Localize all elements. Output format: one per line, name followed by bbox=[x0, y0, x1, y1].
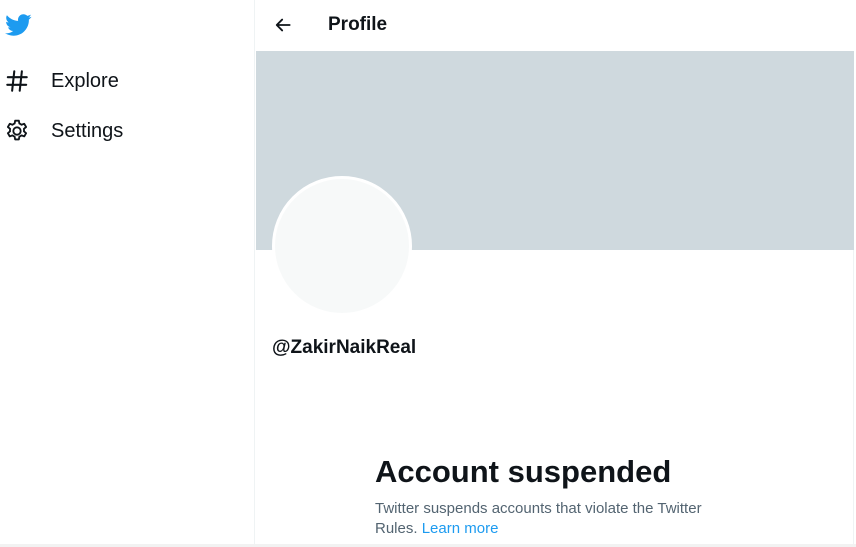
arrow-left-icon bbox=[275, 18, 291, 32]
gear-icon bbox=[0, 114, 34, 148]
sidebar-item-label: Explore bbox=[51, 70, 119, 92]
hashtag-icon bbox=[0, 64, 34, 98]
page-title: Profile bbox=[328, 14, 388, 35]
suspended-notice: Account suspended Twitter suspends accou… bbox=[375, 453, 735, 539]
profile-header: Profile bbox=[256, 0, 854, 51]
sidebar-item-explore[interactable]: Explore bbox=[0, 61, 119, 101]
avatar bbox=[272, 176, 412, 316]
sidebar: Explore Settings bbox=[0, 0, 255, 547]
back-button[interactable] bbox=[268, 10, 298, 40]
profile-handle: @ZakirNaikReal bbox=[272, 337, 417, 358]
learn-more-link[interactable]: Learn more bbox=[422, 520, 499, 537]
sidebar-item-settings[interactable]: Settings bbox=[0, 111, 123, 151]
suspended-title: Account suspended bbox=[375, 454, 672, 489]
sidebar-item-label: Settings bbox=[51, 120, 124, 142]
profile-column: Profile @ZakirNaikReal Account suspended… bbox=[256, 0, 854, 547]
suspended-message: Twitter suspends accounts that violate t… bbox=[375, 499, 735, 539]
twitter-logo-icon[interactable] bbox=[3, 11, 33, 39]
page: Explore Settings Profile @ZakirNaikReal bbox=[0, 0, 856, 547]
twitter-bird-icon bbox=[5, 14, 32, 36]
